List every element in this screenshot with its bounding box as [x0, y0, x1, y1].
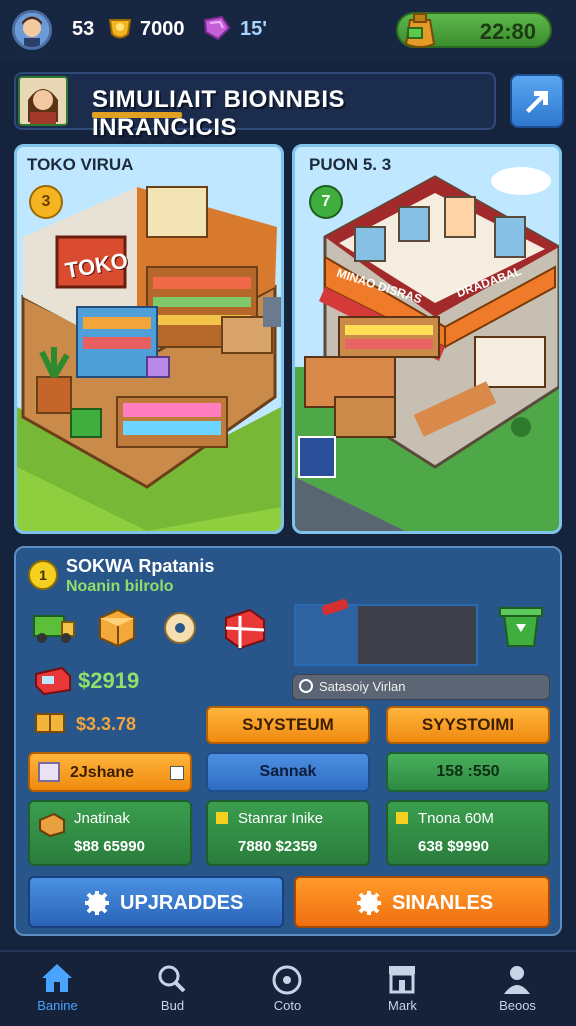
option-1-label: 2Jshane: [70, 764, 135, 781]
upgrades-label: UPJRADDES: [120, 892, 244, 914]
option-1-checkbox[interactable]: [170, 766, 184, 780]
business-panel: 1 SOKWA Rpatanis Noanin bilrolo $2919 Sa…: [14, 546, 562, 936]
store-2-level-badge: 7: [309, 185, 343, 219]
option-button-3[interactable]: 158 :550: [386, 752, 550, 792]
nav-item-mark[interactable]: Mark: [345, 952, 460, 1026]
store-scene-1[interactable]: TOKO VIRUA 3 TOKO: [14, 144, 284, 534]
store-1-level-badge: 3: [29, 185, 63, 219]
money-bag-icon: [402, 10, 438, 55]
store-2-title: PUON 5. 3: [309, 155, 392, 174]
search-field[interactable]: Satasoiy Virlan: [292, 674, 550, 700]
gear-icon: [356, 890, 382, 921]
system-button-2[interactable]: SYYSTOIMI: [386, 706, 550, 744]
target-icon: [271, 964, 303, 1001]
stat-card-1-value: $88 65990: [74, 838, 145, 855]
stat-card-2[interactable]: Stanrar Inike 7880 $2359: [206, 800, 370, 866]
yellow-marker-icon: [396, 812, 408, 824]
gem-icon: [202, 14, 232, 47]
stat-card-3[interactable]: Tnona 60M 638 $9990: [386, 800, 550, 866]
title-banner: SIMULIAIT BIONNBIS INRANCICIS: [14, 72, 496, 141]
trash-bin-icon[interactable]: [496, 600, 546, 657]
nav-item-bud[interactable]: Bud: [115, 952, 230, 1026]
gem-count: 15': [240, 18, 268, 40]
option-button-2[interactable]: Sannak: [206, 752, 370, 792]
panel-subtitle: Noanin bilrolo: [66, 578, 174, 595]
stat-card-1[interactable]: Jnatinak $88 65990: [28, 800, 192, 866]
nav-item-beoos[interactable]: Beoos: [460, 952, 575, 1026]
stat-card-2-title: Stanrar Inike: [238, 810, 324, 827]
cash-register-icon: [32, 662, 72, 701]
stat-card-3-title: Tnona 60M: [418, 810, 494, 827]
time-pill[interactable]: 22:80: [396, 12, 552, 48]
next-button[interactable]: [510, 74, 564, 128]
gift-box-icon[interactable]: [220, 602, 268, 655]
package-icon: [34, 708, 66, 741]
search-icon: [299, 679, 313, 693]
nav-label-mark: Mark: [388, 998, 417, 1013]
stat-card-1-title: Jnatinak: [74, 810, 130, 827]
nav-item-home[interactable]: Banine: [0, 952, 115, 1026]
store-scene-2[interactable]: PUON 5. 3 7 MINAO DISRAS DRADABAL: [292, 144, 562, 534]
stat-card-2-value: 7880 $2359: [238, 838, 318, 855]
option-button-1[interactable]: 2Jshane: [28, 752, 192, 792]
stat-card-3-value: 638 $9990: [418, 838, 489, 855]
nav-item-coto[interactable]: Coto: [230, 952, 345, 1026]
system-button-1[interactable]: SJYSTEUM: [206, 706, 370, 744]
nav-label-home: Banine: [37, 998, 78, 1013]
coin-count: 7000: [140, 18, 185, 40]
progress-slot: [294, 598, 478, 666]
yellow-marker-icon: [216, 812, 228, 824]
upgrades-button[interactable]: UPJRADDES: [28, 876, 284, 928]
store-1-title: TOKO VIRUA: [27, 155, 134, 174]
money-amount: $2919: [78, 668, 140, 693]
top-bar: 53 7000 15' 22:80: [0, 0, 576, 62]
player-level: 53: [72, 18, 95, 40]
search-icon: [157, 964, 187, 999]
box-icon: [38, 762, 60, 782]
coin-icon: [106, 14, 134, 47]
store-icon: [386, 964, 418, 999]
panel-level-badge: 1: [28, 560, 58, 590]
title-underline: [92, 112, 182, 118]
bottom-nav: Banine Bud Coto Mark Beoos: [0, 950, 576, 1026]
sinanles-label: SINANLES: [392, 892, 494, 914]
search-text: Satasoiy Virlan: [319, 679, 406, 694]
donut-icon[interactable]: [160, 608, 200, 653]
crate-icon[interactable]: [96, 606, 138, 653]
nav-label-bud: Bud: [160, 998, 185, 1013]
player-avatar[interactable]: [12, 10, 52, 50]
sinanles-button[interactable]: SINANLES: [294, 876, 550, 928]
gear-icon: [84, 890, 110, 921]
profile-icon: [502, 964, 532, 999]
arrow-right-icon: [522, 86, 552, 121]
panel-title: SOKWA Rpatanis: [66, 556, 215, 576]
delivery-truck-icon[interactable]: [32, 608, 76, 653]
manager-portrait[interactable]: [18, 76, 68, 126]
home-icon: [40, 962, 74, 999]
nav-label-beoos: Beoos: [499, 998, 536, 1013]
price-value: $3.3.78: [76, 714, 137, 734]
nav-label-coto: Coto: [273, 998, 302, 1013]
crate-small-icon: [38, 812, 66, 843]
time-display: 22:80: [479, 19, 536, 44]
